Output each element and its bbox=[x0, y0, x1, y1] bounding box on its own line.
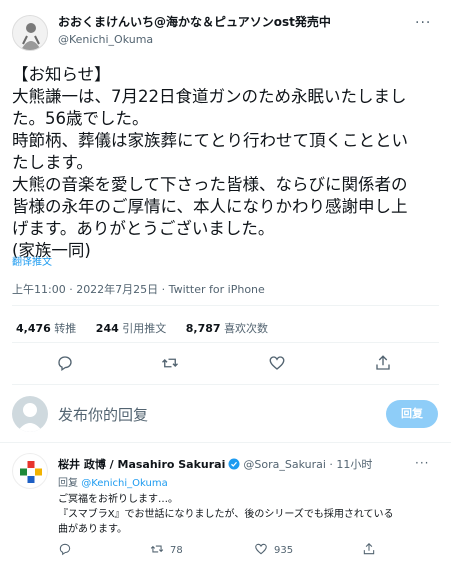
likes-stat[interactable]: 8,787 喜欢次数 bbox=[186, 322, 268, 335]
tweet-actions bbox=[0, 346, 451, 382]
reply-actions: 78 935 bbox=[58, 540, 438, 560]
reply-line: 『スマブラX』でお世話になりましたが、後のシリーズでも採用されている bbox=[58, 509, 394, 520]
tweet-line: 時節柄、葬儀は家族葬にてとり行わせて頂くこととい bbox=[12, 131, 408, 150]
reply-author-avatar[interactable] bbox=[12, 453, 48, 489]
author-handle[interactable]: @Kenichi_Okuma bbox=[58, 33, 153, 46]
reply-input[interactable]: 发布你的回复 bbox=[58, 404, 148, 425]
quotes-stat[interactable]: 244 引用推文 bbox=[96, 322, 166, 335]
verified-badge-icon bbox=[228, 458, 240, 470]
tweet-stats: 4,476 转推 244 引用推文 8,787 喜欢次数 bbox=[16, 320, 284, 336]
reply-retweet-action[interactable]: 78 bbox=[150, 542, 183, 556]
default-avatar-icon bbox=[17, 403, 43, 432]
tweet-line: 大熊の音楽を愛して下さった皆様、ならびに関係者の bbox=[12, 175, 408, 194]
reply-time[interactable]: · 11小时 bbox=[329, 458, 372, 471]
quotes-label: 引用推文 bbox=[122, 322, 167, 335]
reply-like-count: 935 bbox=[274, 545, 294, 556]
tweet-line: (家族一同) bbox=[12, 241, 91, 260]
reply-retweet-count: 78 bbox=[170, 545, 183, 556]
reply-line: ご冥福をお祈りします…。 bbox=[58, 494, 178, 505]
likes-label: 喜欢次数 bbox=[224, 322, 269, 335]
reply-button[interactable]: 回复 bbox=[386, 400, 438, 428]
reply-reply-action[interactable] bbox=[58, 542, 78, 556]
translate-link[interactable]: 翻译推文 bbox=[12, 253, 52, 268]
reply-line: 曲があります。 bbox=[58, 524, 127, 535]
reply-author-handle[interactable]: @Sora_Sakurai bbox=[243, 458, 326, 471]
speech-bubble-icon bbox=[59, 543, 71, 556]
reply-share-action[interactable] bbox=[362, 542, 382, 556]
replying-to: 回复 @Kenichi_Okuma bbox=[58, 474, 168, 489]
replying-mention[interactable]: @Kenichi_Okuma bbox=[81, 478, 168, 489]
likes-count: 8,787 bbox=[185, 322, 221, 335]
author-avatar[interactable] bbox=[12, 15, 48, 51]
retweets-count: 4,476 bbox=[16, 322, 51, 335]
tweet-line: たします。 bbox=[12, 153, 93, 172]
tweet-line: 皆様の永年のご厚情に、本人になりかわり感謝申し上 bbox=[12, 197, 408, 216]
divider bbox=[12, 305, 439, 306]
heart-icon bbox=[255, 543, 267, 555]
author-avatar-image bbox=[13, 16, 47, 50]
divider bbox=[0, 442, 451, 443]
author-name[interactable]: おおくまけんいち@海かな＆ピュアソンost発売中 bbox=[58, 13, 331, 30]
replying-prefix: 回复 bbox=[58, 478, 78, 489]
reply-header: 桜井 政博 / Masahiro Sakurai @Sora_Sakurai · … bbox=[58, 456, 372, 472]
tweet-line: 大熊謙一は、7月22日食道ガンのため永眠いたしまし bbox=[12, 87, 407, 106]
reply-author-name[interactable]: 桜井 政博 / Masahiro Sakurai bbox=[58, 458, 225, 471]
retweets-stat[interactable]: 4,476 转推 bbox=[16, 322, 76, 335]
share-icon bbox=[363, 543, 375, 555]
speech-bubble-icon[interactable] bbox=[56, 354, 74, 372]
tweet-timestamp[interactable]: 上午11:00 · 2022年7月25日 · Twitter for iPhon… bbox=[12, 281, 265, 297]
tweet-line: た。56歳でした。 bbox=[12, 109, 149, 128]
share-icon[interactable] bbox=[374, 354, 392, 372]
more-dots-icon[interactable]: ··· bbox=[415, 15, 431, 31]
retweet-icon[interactable] bbox=[161, 354, 179, 372]
tweet-line: 【お知らせ】 bbox=[12, 65, 111, 84]
divider bbox=[12, 384, 439, 385]
reply-like-action[interactable]: 935 bbox=[254, 542, 293, 556]
more-dots-icon[interactable]: ··· bbox=[415, 456, 429, 470]
reply-text: ご冥福をお祈りします…。 『スマブラX』でお世話になりましたが、後のシリーズでも… bbox=[58, 492, 438, 537]
retweet-icon bbox=[150, 545, 164, 553]
heart-icon[interactable] bbox=[268, 354, 286, 372]
tweet-line: げます。ありがとうございました。 bbox=[12, 219, 275, 238]
tweet-text: 【お知らせ】 大熊謙一は、7月22日食道ガンのため永眠いたしまし た。56歳でし… bbox=[12, 64, 444, 262]
cross-logo-icon bbox=[20, 461, 42, 483]
retweets-label: 转推 bbox=[54, 322, 77, 335]
user-avatar[interactable] bbox=[12, 396, 48, 432]
quotes-count: 244 bbox=[95, 322, 119, 335]
divider bbox=[12, 342, 439, 343]
